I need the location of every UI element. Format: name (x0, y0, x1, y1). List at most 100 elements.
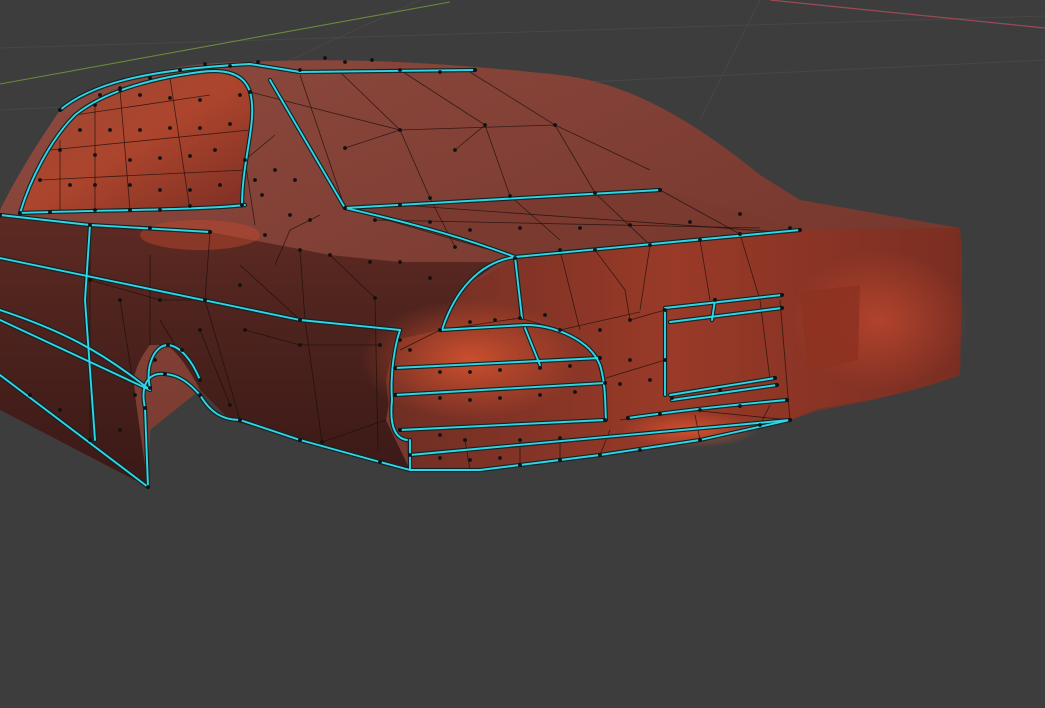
mesh-vertex[interactable] (328, 253, 332, 257)
mesh-vertex[interactable] (228, 64, 232, 68)
mesh-vertex[interactable] (373, 218, 377, 222)
mesh-vertex[interactable] (133, 393, 137, 397)
mesh-vertex[interactable] (598, 453, 602, 457)
mesh-vertex[interactable] (293, 178, 297, 182)
mesh-vertex[interactable] (513, 256, 517, 260)
mesh-vertex[interactable] (198, 378, 202, 382)
mesh-vertex[interactable] (153, 358, 157, 362)
mesh-vertex[interactable] (228, 403, 232, 407)
mesh-vertex[interactable] (238, 418, 242, 422)
mesh-vertex[interactable] (298, 68, 302, 72)
mesh-vertex[interactable] (93, 103, 97, 107)
mesh-vertex[interactable] (543, 313, 547, 317)
mesh-vertex[interactable] (508, 194, 512, 198)
mesh-vertex[interactable] (628, 223, 632, 227)
mesh-vertex[interactable] (558, 436, 562, 440)
mesh-vertex[interactable] (203, 62, 207, 66)
mesh-vertex[interactable] (263, 233, 267, 237)
mesh-vertex[interactable] (238, 93, 242, 97)
mesh-vertex[interactable] (713, 298, 717, 302)
mesh-vertex[interactable] (168, 126, 172, 130)
mesh-vertex[interactable] (558, 328, 562, 332)
mesh-vertex[interactable] (108, 128, 112, 132)
mesh-vertex[interactable] (788, 226, 792, 230)
mesh-vertex[interactable] (93, 208, 97, 212)
mesh-vertex[interactable] (438, 433, 442, 437)
mesh-vertex[interactable] (146, 485, 150, 489)
mesh-vertex[interactable] (180, 348, 184, 352)
mesh-vertex[interactable] (203, 298, 207, 302)
mesh-vertex[interactable] (518, 226, 522, 230)
mesh-vertex[interactable] (453, 148, 457, 152)
mesh-vertex[interactable] (398, 128, 402, 132)
mesh-vertex[interactable] (398, 260, 402, 264)
mesh-vertex[interactable] (213, 148, 217, 152)
mesh-vertex[interactable] (88, 278, 92, 282)
mesh-vertex[interactable] (253, 178, 257, 182)
mesh-vertex[interactable] (670, 396, 674, 400)
mesh-vertex[interactable] (438, 396, 442, 400)
mesh-vertex[interactable] (128, 158, 132, 162)
mesh-vertex[interactable] (658, 188, 662, 192)
mesh-vertex[interactable] (38, 178, 42, 182)
mesh-vertex[interactable] (198, 328, 202, 332)
license-plate-recess[interactable] (800, 285, 860, 372)
mesh-vertex[interactable] (188, 188, 192, 192)
mesh-vertex[interactable] (438, 456, 442, 460)
mesh-vertex[interactable] (198, 126, 202, 130)
mesh-vertex[interactable] (718, 388, 722, 392)
mesh-vertex[interactable] (158, 208, 162, 212)
mesh-vertex[interactable] (288, 213, 292, 217)
mesh-vertex[interactable] (138, 93, 142, 97)
mesh-vertex[interactable] (273, 168, 277, 172)
mesh-vertex[interactable] (483, 123, 487, 127)
mesh-vertex[interactable] (248, 90, 252, 94)
mesh-vertex[interactable] (758, 423, 762, 427)
mesh-vertex[interactable] (428, 196, 432, 200)
mesh-vertex[interactable] (158, 298, 162, 302)
mesh-vertex[interactable] (558, 248, 562, 252)
mesh-vertex[interactable] (148, 226, 152, 230)
mesh-vertex[interactable] (260, 193, 264, 197)
mesh-vertex[interactable] (698, 408, 702, 412)
mesh-vertex[interactable] (93, 183, 97, 187)
mesh-vertex[interactable] (438, 70, 442, 74)
mesh-vertex[interactable] (28, 393, 32, 397)
mesh-vertex[interactable] (18, 211, 22, 215)
mesh-vertex[interactable] (163, 372, 167, 376)
mesh-vertex[interactable] (648, 378, 652, 382)
mesh-vertex[interactable] (343, 146, 347, 150)
mesh-vertex[interactable] (58, 108, 62, 112)
mesh-vertex[interactable] (298, 248, 302, 252)
mesh-vertex[interactable] (78, 128, 82, 132)
mesh-vertex[interactable] (593, 191, 597, 195)
mesh-vertex[interactable] (468, 458, 472, 462)
mesh-vertex[interactable] (118, 298, 122, 302)
mesh-vertex[interactable] (128, 208, 132, 212)
mesh-vertex[interactable] (320, 440, 324, 444)
mesh-vertex[interactable] (398, 428, 402, 432)
mesh-vertex[interactable] (128, 183, 132, 187)
mesh-vertex[interactable] (373, 296, 377, 300)
mesh-vertex[interactable] (158, 188, 162, 192)
mesh-vertex[interactable] (626, 416, 630, 420)
mesh-vertex[interactable] (393, 393, 397, 397)
mesh-vertex[interactable] (428, 276, 432, 280)
mesh-vertex[interactable] (553, 123, 557, 127)
mesh-vertex[interactable] (518, 316, 522, 320)
mesh-vertex[interactable] (408, 453, 412, 457)
mesh-vertex[interactable] (663, 308, 667, 312)
mesh-vertex[interactable] (243, 158, 247, 162)
mesh-vertex[interactable] (398, 203, 402, 207)
mesh-vertex[interactable] (438, 328, 442, 332)
mesh-vertex[interactable] (428, 220, 432, 224)
mesh-vertex[interactable] (143, 406, 147, 410)
mesh-vertex[interactable] (298, 438, 302, 442)
mesh-vertex[interactable] (603, 418, 607, 422)
mesh-vertex[interactable] (118, 88, 122, 92)
mesh-vertex[interactable] (648, 243, 652, 247)
mesh-vertex[interactable] (568, 364, 572, 368)
mesh-vertex[interactable] (93, 153, 97, 157)
mesh-vertex[interactable] (573, 390, 577, 394)
mesh-vertex[interactable] (323, 56, 327, 60)
